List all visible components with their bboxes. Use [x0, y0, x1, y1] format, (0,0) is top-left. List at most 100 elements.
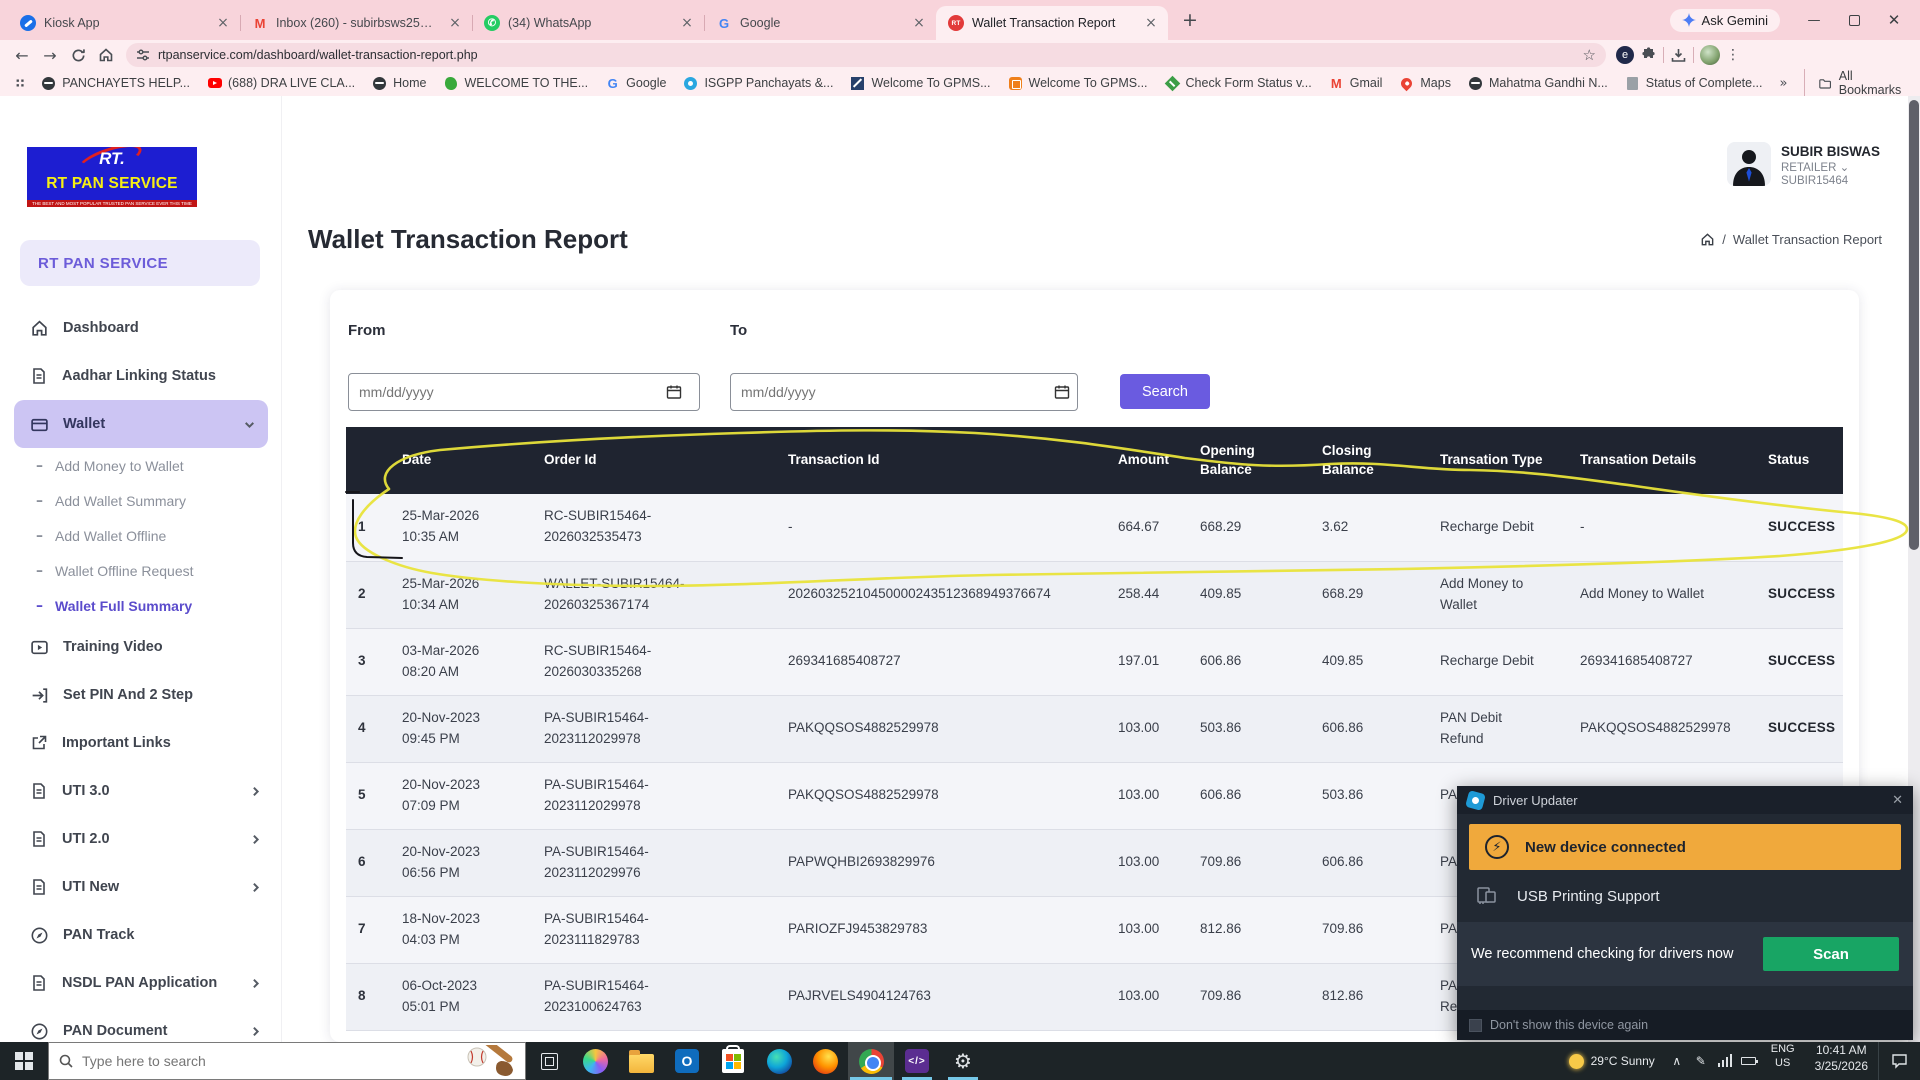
sidebar-item-important-links[interactable]: Important Links	[0, 719, 282, 767]
taskbar-search[interactable]	[48, 1042, 526, 1080]
task-view-taskbar-icon[interactable]	[526, 1042, 572, 1080]
bookmark-item[interactable]: Check Form Status v...	[1165, 76, 1312, 91]
browser-tab[interactable]: ✆(34) WhatsApp×	[472, 6, 704, 40]
bookmark-item[interactable]: Home	[372, 76, 426, 91]
edge-taskbar-icon[interactable]	[756, 1042, 802, 1080]
search-button[interactable]: Search	[1120, 374, 1210, 409]
bookmark-star-icon[interactable]: ☆	[1583, 46, 1596, 64]
profile-avatar[interactable]	[1700, 45, 1720, 65]
calendar-icon[interactable]	[666, 384, 682, 400]
bookmark-item[interactable]: GGoogle	[605, 76, 666, 91]
device-row[interactable]: USB Printing Support	[1469, 870, 1901, 922]
sidebar-subitem-wallet-full-summary[interactable]: –Wallet Full Summary	[0, 588, 282, 623]
sidebar-subitem-add-wallet-summary[interactable]: –Add Wallet Summary	[0, 483, 282, 518]
sidebar-item-nsdl-pan-application[interactable]: NSDL PAN Application	[0, 959, 282, 1007]
tab-close-icon[interactable]: ×	[678, 14, 696, 32]
taskbar-search-input[interactable]	[82, 1053, 515, 1069]
bookmark-item[interactable]: WELCOME TO THE...	[444, 76, 589, 91]
sidebar-subitem-add-money-to-wallet[interactable]: –Add Money to Wallet	[0, 448, 282, 483]
browser-tab[interactable]: RTWallet Transaction Report×	[936, 6, 1168, 40]
tab-close-icon[interactable]: ×	[910, 14, 928, 32]
start-button[interactable]	[0, 1042, 48, 1080]
site-info-icon[interactable]	[136, 48, 150, 62]
sidebar-item-label: PAN Track	[63, 927, 134, 943]
new-tab-button[interactable]: +	[1176, 6, 1204, 34]
popup-titlebar[interactable]: Driver Updater ✕	[1457, 786, 1913, 814]
microsoft-store-taskbar-icon[interactable]	[710, 1042, 756, 1080]
sidebar-item-uti-3-0[interactable]: UTI 3.0	[0, 767, 282, 815]
tab-close-icon[interactable]: ×	[446, 14, 464, 32]
tray-chevron-up-icon[interactable]: ∧	[1665, 1042, 1689, 1080]
back-icon[interactable]: ←	[8, 42, 36, 68]
file-explorer-taskbar-icon[interactable]	[618, 1042, 664, 1080]
sidebar-item-set-pin-and-2-step[interactable]: Set PIN And 2 Step	[0, 671, 282, 719]
sidebar-item-wallet[interactable]: Wallet	[14, 400, 268, 448]
downloads-icon[interactable]	[1670, 47, 1687, 64]
browser-tab[interactable]: GGoogle×	[704, 6, 936, 40]
sidebar-item-aadhar-linking-status[interactable]: Aadhar Linking Status	[0, 352, 282, 400]
tray-network-icon[interactable]	[1713, 1042, 1737, 1080]
maximize-icon[interactable]	[1834, 3, 1874, 37]
settings-taskbar-icon[interactable]: ⚙	[940, 1042, 986, 1080]
all-bookmarks-button[interactable]: All Bookmarks	[1804, 69, 1904, 97]
bookmark-item[interactable]: Mahatma Gandhi N...	[1468, 76, 1608, 91]
bookmark-item[interactable]: Welcome To GPMS...	[850, 76, 990, 91]
apps-grid-icon[interactable]	[16, 76, 24, 90]
window-close-icon[interactable]: ✕	[1874, 3, 1914, 37]
forward-icon[interactable]: →	[36, 42, 64, 68]
sidebar-item-uti-new[interactable]: UTI New	[0, 863, 282, 911]
bookmark-item[interactable]: (688) DRA LIVE CLA...	[207, 76, 355, 91]
address-bar[interactable]: rtpanservice.com/dashboard/wallet-transa…	[126, 43, 1606, 67]
to-date-input[interactable]	[730, 373, 1078, 411]
user-block[interactable]: SUBIR BISWAS RETAILER ⌄ SUBIR15464	[1727, 142, 1880, 187]
home-icon[interactable]	[92, 42, 120, 68]
browser-tab[interactable]: MInbox (260) - subirbsws25@gma×	[240, 6, 472, 40]
sidebar-item-pan-track[interactable]: PAN Track	[0, 911, 282, 959]
browser-menu-icon[interactable]: ⋮	[1726, 47, 1740, 63]
tab-close-icon[interactable]: ×	[1142, 14, 1160, 32]
code-app-taskbar-icon[interactable]: </>	[894, 1042, 940, 1080]
outlook-taskbar-icon[interactable]: O	[664, 1042, 710, 1080]
tray-battery-icon[interactable]	[1737, 1042, 1761, 1080]
bookmark-item[interactable]: Status of Complete...	[1625, 76, 1763, 91]
user-role[interactable]: RETAILER ⌄	[1781, 160, 1880, 174]
bookmark-item[interactable]: Maps	[1399, 76, 1451, 91]
chrome-taskbar-icon[interactable]	[848, 1042, 894, 1080]
sidebar-item-pan-document[interactable]: PAN Document	[0, 1007, 282, 1042]
copilot-taskbar-icon[interactable]	[572, 1042, 618, 1080]
weather-widget[interactable]: 29°C Sunny	[1559, 1042, 1665, 1080]
sidebar-item-uti-2-0[interactable]: UTI 2.0	[0, 815, 282, 863]
sidebar-subitem-add-wallet-offline[interactable]: –Add Wallet Offline	[0, 518, 282, 553]
breadcrumb-separator: /	[1722, 232, 1726, 247]
sidebar-item-dashboard[interactable]: Dashboard	[0, 304, 282, 352]
notification-center-icon[interactable]	[1878, 1042, 1920, 1080]
extension-e-icon[interactable]: e	[1616, 46, 1634, 64]
scan-button[interactable]: Scan	[1763, 937, 1899, 971]
bookmark-item[interactable]: PANCHAYETS HELP...	[41, 76, 190, 91]
file-icon	[30, 974, 48, 992]
scrollbar-thumb[interactable]	[1909, 100, 1919, 550]
extensions-puzzle-icon[interactable]	[1640, 47, 1657, 64]
reload-icon[interactable]	[64, 42, 92, 68]
dont-show-checkbox[interactable]	[1469, 1019, 1482, 1032]
breadcrumb-home-icon[interactable]	[1700, 232, 1715, 247]
bookmarks-overflow-icon[interactable]: »	[1780, 76, 1788, 91]
firefox-taskbar-icon[interactable]	[802, 1042, 848, 1080]
sidebar-subitem-wallet-offline-request[interactable]: –Wallet Offline Request	[0, 553, 282, 588]
browser-tab[interactable]: Kiosk App×	[8, 6, 240, 40]
minimize-icon[interactable]: —	[1794, 3, 1834, 37]
tray-pen-icon[interactable]: ✎	[1689, 1042, 1713, 1080]
url-text[interactable]: rtpanservice.com/dashboard/wallet-transa…	[158, 48, 1575, 62]
language-indicator[interactable]: ENGUS	[1761, 1042, 1805, 1080]
table-cell: SUCCESS	[1756, 628, 1843, 695]
tab-close-icon[interactable]: ×	[214, 14, 232, 32]
from-date-input[interactable]	[348, 373, 700, 411]
sidebar-item-training-video[interactable]: Training Video	[0, 623, 282, 671]
ask-gemini-button[interactable]: Ask Gemini	[1670, 9, 1780, 32]
calendar-icon[interactable]	[1054, 384, 1070, 400]
bookmark-item[interactable]: Welcome To GPMS...	[1008, 76, 1148, 91]
popup-close-icon[interactable]: ✕	[1892, 793, 1903, 808]
bookmark-item[interactable]: ISGPP Panchayats &...	[683, 76, 833, 91]
taskbar-clock[interactable]: 10:41 AM3/25/2026	[1805, 1042, 1878, 1080]
bookmark-item[interactable]: MGmail	[1329, 76, 1383, 91]
